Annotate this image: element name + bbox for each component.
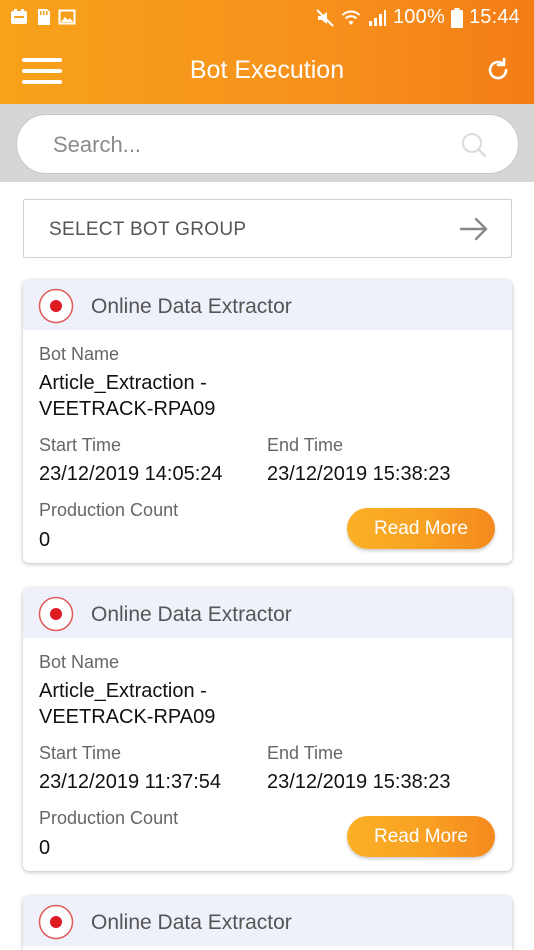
notification-icon <box>11 9 27 24</box>
production-count-label: Production Count <box>39 808 179 828</box>
start-time-value: 23/12/2019 11:37:54 <box>39 771 222 793</box>
bot-name-label: Bot Name <box>39 652 120 672</box>
card-header: Online Data Extractor <box>23 896 512 946</box>
card-header: Online Data Extractor <box>23 588 512 638</box>
bot-name-line2: VEETRACK-RPA09 <box>39 706 216 728</box>
end-time-value: 23/12/2019 15:38:23 <box>267 463 451 485</box>
end-time-value: 23/12/2019 15:38:23 <box>267 771 451 793</box>
app-bar: Bot Execution <box>0 36 534 104</box>
bot-card[interactable]: Online Data Extractor Bot Name Article_E… <box>23 280 512 563</box>
bot-name-line1: Article_Extraction - <box>39 680 207 702</box>
start-time-value: 23/12/2019 14:05:24 <box>39 463 223 485</box>
read-more-button[interactable]: Read More <box>347 508 495 549</box>
status-bar: 100% 15:44 <box>0 0 534 36</box>
select-bot-group-label: SELECT BOT GROUP <box>49 219 247 240</box>
record-status-icon <box>38 596 74 632</box>
arrow-right-icon <box>459 217 488 241</box>
search-bar <box>0 104 534 182</box>
wifi-icon <box>341 10 361 25</box>
production-count-value: 0 <box>39 837 51 859</box>
page-title: Bot Execution <box>189 56 345 84</box>
bot-name-label: Bot Name <box>39 344 120 364</box>
bot-card[interactable]: Online Data Extractor <box>23 896 512 950</box>
clock: 15:44 <box>468 6 520 28</box>
battery-percent: 100% <box>392 6 445 28</box>
card-header: Online Data Extractor <box>23 280 512 330</box>
record-status-icon <box>38 904 74 940</box>
record-status-icon <box>38 288 74 324</box>
refresh-icon[interactable] <box>484 56 512 84</box>
header: 100% 15:44 Bot Execution <box>0 0 534 104</box>
battery-icon <box>450 7 463 28</box>
card-title: Online Data Extractor <box>91 295 292 318</box>
search-box[interactable] <box>16 114 519 174</box>
start-time-label: Start Time <box>39 743 122 763</box>
search-input[interactable] <box>53 129 453 161</box>
card-title: Online Data Extractor <box>91 603 292 626</box>
signal-icon <box>368 9 386 26</box>
image-icon <box>58 9 76 25</box>
bot-name-line1: Article_Extraction - <box>39 372 207 394</box>
sd-card-icon <box>38 9 50 25</box>
end-time-label: End Time <box>267 743 344 763</box>
bot-card[interactable]: Online Data Extractor Bot Name Article_E… <box>23 588 512 871</box>
card-title: Online Data Extractor <box>91 911 292 934</box>
select-bot-group[interactable]: SELECT BOT GROUP <box>23 199 512 258</box>
production-count-value: 0 <box>39 529 51 551</box>
end-time-label: End Time <box>267 435 344 455</box>
read-more-button[interactable]: Read More <box>347 816 495 857</box>
search-icon[interactable] <box>460 131 488 159</box>
start-time-label: Start Time <box>39 435 122 455</box>
production-count-label: Production Count <box>39 500 179 520</box>
mute-icon <box>316 8 334 27</box>
bot-name-line2: VEETRACK-RPA09 <box>39 398 216 420</box>
